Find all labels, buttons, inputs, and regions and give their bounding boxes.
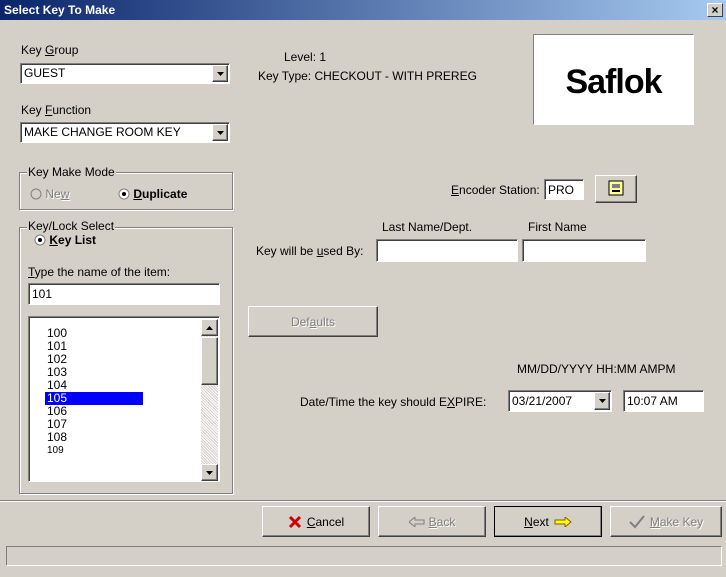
- encoder-station-input[interactable]: PRO: [544, 179, 584, 200]
- logo-text: Saflok: [565, 63, 662, 101]
- defaults-button[interactable]: Defaults: [248, 306, 378, 337]
- cancel-button[interactable]: Cancel: [262, 506, 370, 537]
- close-button[interactable]: ×: [707, 3, 723, 17]
- expire-time-input[interactable]: 10:07 AM: [623, 390, 704, 412]
- chevron-down-icon: [217, 72, 224, 76]
- last-name-header: Last Name/Dept.: [382, 220, 473, 234]
- encoder-station-label: Encoder Station:: [451, 183, 540, 197]
- arrow-up-icon: [206, 326, 213, 330]
- expire-label: Date/Time the key should EXPIRE:: [300, 395, 487, 409]
- footer-divider: [0, 500, 726, 502]
- scroll-down-button[interactable]: [201, 464, 218, 481]
- encoder-icon: [608, 180, 624, 196]
- last-name-input[interactable]: [376, 239, 518, 262]
- radio-checked-icon: [118, 188, 130, 200]
- key-make-mode-title: Key Make Mode: [27, 165, 116, 179]
- scroll-thumb[interactable]: [201, 337, 218, 385]
- arrow-right-icon: [554, 515, 572, 529]
- scroll-up-button[interactable]: [201, 319, 218, 336]
- type-name-label: Type the name of the item:: [28, 265, 171, 279]
- next-button[interactable]: Next: [494, 506, 602, 537]
- make-key-button[interactable]: Make Key: [610, 506, 722, 537]
- key-lock-select-title: Key/Lock Select: [27, 219, 116, 233]
- close-icon: ×: [711, 3, 719, 17]
- key-function-label: Key Function: [21, 103, 92, 117]
- date-dropdown-button[interactable]: [594, 392, 610, 410]
- key-list[interactable]: 100 101 102 103 104 105 106 107 108 109: [28, 316, 220, 482]
- radio-key-list[interactable]: Key List: [34, 233, 96, 247]
- x-icon: [288, 515, 301, 529]
- arrow-left-icon: [407, 515, 425, 529]
- arrow-down-icon: [206, 471, 213, 475]
- encoder-settings-button[interactable]: [595, 175, 637, 203]
- window-title: Select Key To Make: [4, 3, 116, 17]
- key-type-text: Key Type: CHECKOUT - WITH PREREG: [258, 69, 477, 83]
- key-function-select[interactable]: MAKE CHANGE ROOM KEY: [20, 122, 230, 143]
- key-group-select[interactable]: GUEST: [20, 63, 230, 84]
- list-item[interactable]: 109: [47, 444, 64, 457]
- radio-new: New: [30, 187, 69, 201]
- key-group-label: Key Group: [21, 43, 79, 57]
- date-format-hint: MM/DD/YYYY HH:MM AMPM: [517, 362, 676, 376]
- key-function-dropdown-button[interactable]: [212, 124, 228, 141]
- expire-date-picker[interactable]: 03/21/2007: [508, 390, 612, 412]
- first-name-input[interactable]: [522, 239, 646, 262]
- radio-checked-icon: [34, 234, 46, 246]
- level-text: Level: 1: [284, 50, 327, 64]
- item-search-input[interactable]: 101: [28, 283, 220, 305]
- saflok-logo: Saflok: [533, 34, 694, 125]
- used-by-label: Key will be used By:: [256, 244, 364, 258]
- chevron-down-icon: [599, 399, 606, 403]
- title-bar: Select Key To Make ×: [0, 0, 726, 20]
- radio-unchecked-icon: [30, 188, 42, 200]
- status-bar: [6, 546, 722, 566]
- first-name-header: First Name: [528, 220, 587, 234]
- list-item[interactable]: 108: [47, 431, 67, 444]
- radio-duplicate[interactable]: Duplicate: [118, 187, 187, 201]
- back-button[interactable]: Back: [378, 506, 486, 537]
- key-group-dropdown-button[interactable]: [212, 65, 228, 82]
- checkmark-icon: [629, 515, 645, 529]
- chevron-down-icon: [217, 131, 224, 135]
